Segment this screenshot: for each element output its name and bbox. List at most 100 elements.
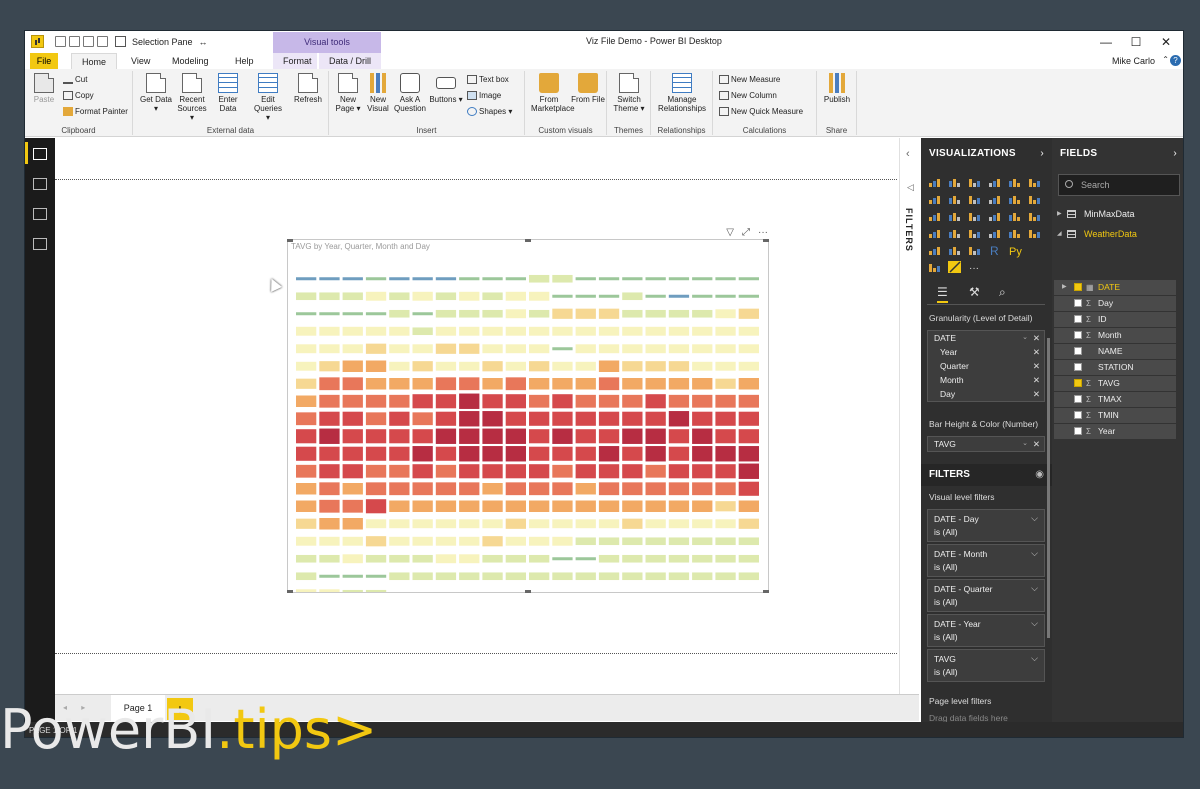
heatmap-cell[interactable] <box>645 482 666 496</box>
heatmap-cell[interactable] <box>319 326 340 336</box>
heatmap-cell[interactable] <box>435 309 457 318</box>
heatmap-cell[interactable] <box>342 377 363 391</box>
heatmap-cell[interactable] <box>552 572 573 581</box>
field-checkbox[interactable] <box>1074 315 1082 323</box>
viz-pane-scrollbar[interactable] <box>1047 338 1050 638</box>
heatmap-cell[interactable] <box>296 326 317 336</box>
heatmap-cell[interactable] <box>342 483 363 495</box>
resize-handle[interactable] <box>763 590 769 593</box>
card-icon[interactable] <box>989 230 1000 238</box>
heatmap-cell[interactable] <box>598 554 620 563</box>
heatmap-cell[interactable] <box>435 519 457 529</box>
heatmap-cell[interactable] <box>668 411 690 427</box>
heatmap-cell[interactable] <box>575 519 596 529</box>
heatmap-cell[interactable] <box>342 446 363 461</box>
heatmap-cell[interactable] <box>622 500 643 513</box>
heatmap-cell[interactable] <box>715 277 736 281</box>
heatmap-cell[interactable] <box>435 536 457 546</box>
heatmap-cell[interactable] <box>622 518 643 529</box>
heatmap-cell[interactable] <box>668 482 690 496</box>
heatmap-cell[interactable] <box>529 309 550 318</box>
heatmap-cell[interactable] <box>505 446 526 462</box>
heatmap-cell[interactable] <box>622 428 643 444</box>
heatmap-cell[interactable] <box>365 312 387 316</box>
heatmap-cell[interactable] <box>668 464 690 479</box>
heatmap-cell[interactable] <box>668 277 690 281</box>
help-icon[interactable]: ? <box>1170 55 1181 66</box>
heatmap-cell[interactable] <box>552 308 573 319</box>
bar-height-field[interactable]: TAVG ⌄ ✕ <box>928 437 1044 451</box>
heatmap-cell[interactable] <box>342 277 363 281</box>
heatmap-cell[interactable] <box>575 294 596 298</box>
chevron-down-icon[interactable]: ⌵ <box>1031 582 1038 595</box>
heatmap-cell[interactable] <box>389 500 410 513</box>
field-checkbox[interactable] <box>1074 283 1082 291</box>
heatmap-cell[interactable] <box>575 557 596 561</box>
heatmap-cell[interactable] <box>552 411 573 426</box>
heatmap-cell[interactable] <box>738 394 759 408</box>
buttons-button[interactable]: Buttons ▾ <box>429 73 463 104</box>
new-column-button[interactable]: New Column <box>719 91 777 100</box>
heatmap-cell[interactable] <box>552 482 573 496</box>
heatmap-cell[interactable] <box>645 326 666 336</box>
heatmap-cell[interactable] <box>598 500 620 513</box>
100-bar-icon[interactable] <box>1009 179 1020 187</box>
heatmap-cell[interactable] <box>738 344 759 354</box>
heatmap-cell[interactable] <box>575 308 596 319</box>
collapse-ribbon-icon[interactable]: ⌃ <box>1162 55 1169 64</box>
heatmap-cell[interactable] <box>622 378 643 390</box>
heatmap-cell[interactable] <box>482 554 503 563</box>
heatmap-cell[interactable] <box>552 361 573 371</box>
heatmap-cell[interactable] <box>296 292 317 301</box>
close-button[interactable]: ✕ <box>1151 33 1181 51</box>
collapse-visualizations-icon[interactable]: › <box>1040 138 1044 170</box>
heatmap-cell[interactable] <box>692 411 713 426</box>
heatmap-cell[interactable] <box>505 326 526 336</box>
heatmap-cell[interactable] <box>575 446 596 461</box>
heatmap-cell[interactable] <box>598 277 620 281</box>
clustered-bar-icon[interactable] <box>969 179 980 187</box>
heatmap-cell[interactable] <box>529 411 550 426</box>
format-tab-icon[interactable]: ⚒ <box>969 285 980 299</box>
field-checkbox[interactable] <box>1074 411 1082 419</box>
heatmap-cell[interactable] <box>622 326 643 336</box>
heatmap-cell[interactable] <box>645 519 666 529</box>
heatmap-cell[interactable] <box>505 500 526 513</box>
filter-icon[interactable]: ▽ <box>726 227 734 238</box>
tab-home[interactable]: Home <box>71 53 118 69</box>
heatmap-cell[interactable] <box>668 554 690 563</box>
fields-search-input[interactable]: Search <box>1058 174 1180 196</box>
heatmap-cell[interactable] <box>598 537 620 546</box>
heatmap-cell[interactable] <box>668 361 690 372</box>
heatmap-cell[interactable] <box>575 429 596 444</box>
heatmap-cell[interactable] <box>505 291 526 301</box>
format-painter-button[interactable]: Format Painter <box>63 107 128 116</box>
heatmap-cell[interactable] <box>505 572 526 581</box>
user-name[interactable]: Mike Carlo <box>1112 53 1155 69</box>
heatmap-cell[interactable] <box>389 572 410 581</box>
granularity-field[interactable]: DATE ⌄ ✕ <box>928 331 1044 345</box>
chevron-down-icon[interactable]: ⌵ <box>1031 652 1038 665</box>
heatmap-cell[interactable] <box>296 277 317 281</box>
heatmap-cell[interactable] <box>692 326 713 336</box>
heatmap-cell[interactable] <box>389 519 410 529</box>
heatmap-cell[interactable] <box>459 411 480 427</box>
maximize-button[interactable]: ☐ <box>1121 33 1151 51</box>
heatmap-cell[interactable] <box>319 536 340 546</box>
heatmap-cell[interactable] <box>365 343 387 354</box>
heatmap-cell[interactable] <box>412 327 433 336</box>
heatmap-cell[interactable] <box>668 500 690 513</box>
heatmap-cell[interactable] <box>459 446 480 462</box>
get-data-button[interactable]: Get Data ▾ <box>139 73 173 113</box>
remove-field-icon[interactable]: ✕ <box>1033 373 1040 387</box>
analytics-tab-icon[interactable]: ⌕ <box>999 285 1006 300</box>
heatmap-cell[interactable] <box>668 309 690 318</box>
heatmap-cell[interactable] <box>692 277 713 281</box>
resize-handle[interactable] <box>287 239 293 242</box>
map-icon[interactable] <box>1029 213 1040 221</box>
heatmap-cell[interactable] <box>715 411 736 426</box>
heatmap-cell[interactable] <box>365 412 387 426</box>
heatmap-cell[interactable] <box>529 291 550 301</box>
heatmap-cell[interactable] <box>296 361 317 371</box>
heatmap-cell[interactable] <box>738 463 759 479</box>
